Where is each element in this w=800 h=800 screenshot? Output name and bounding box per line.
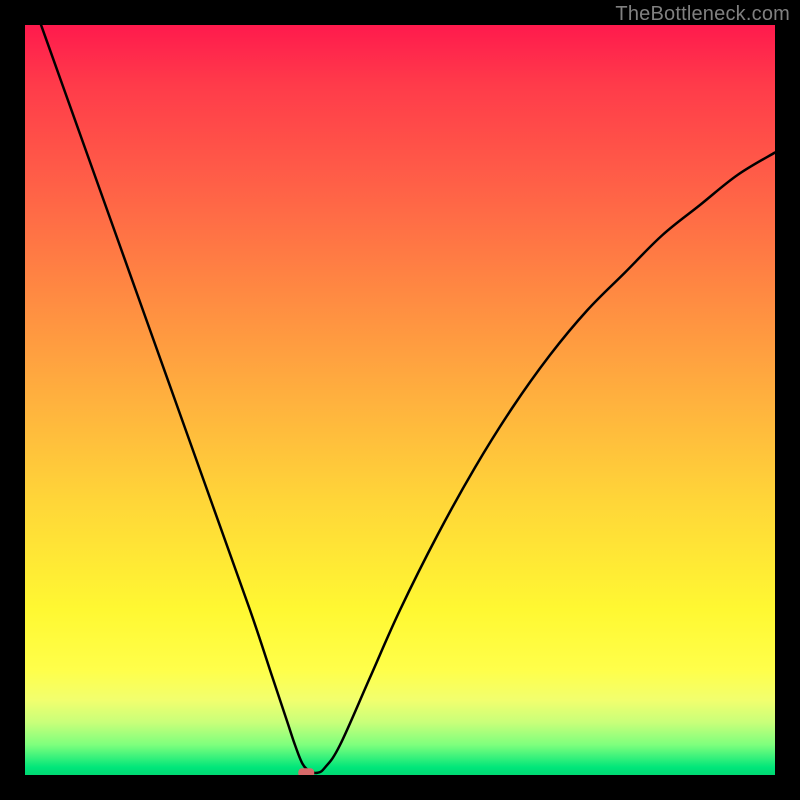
attribution-text: TheBottleneck.com: [615, 3, 790, 26]
bottleneck-curve: [25, 25, 775, 773]
chart-svg: [25, 25, 775, 775]
optimum-marker: [298, 768, 314, 775]
plot-area: [25, 25, 775, 775]
image-frame: TheBottleneck.com: [0, 0, 800, 800]
